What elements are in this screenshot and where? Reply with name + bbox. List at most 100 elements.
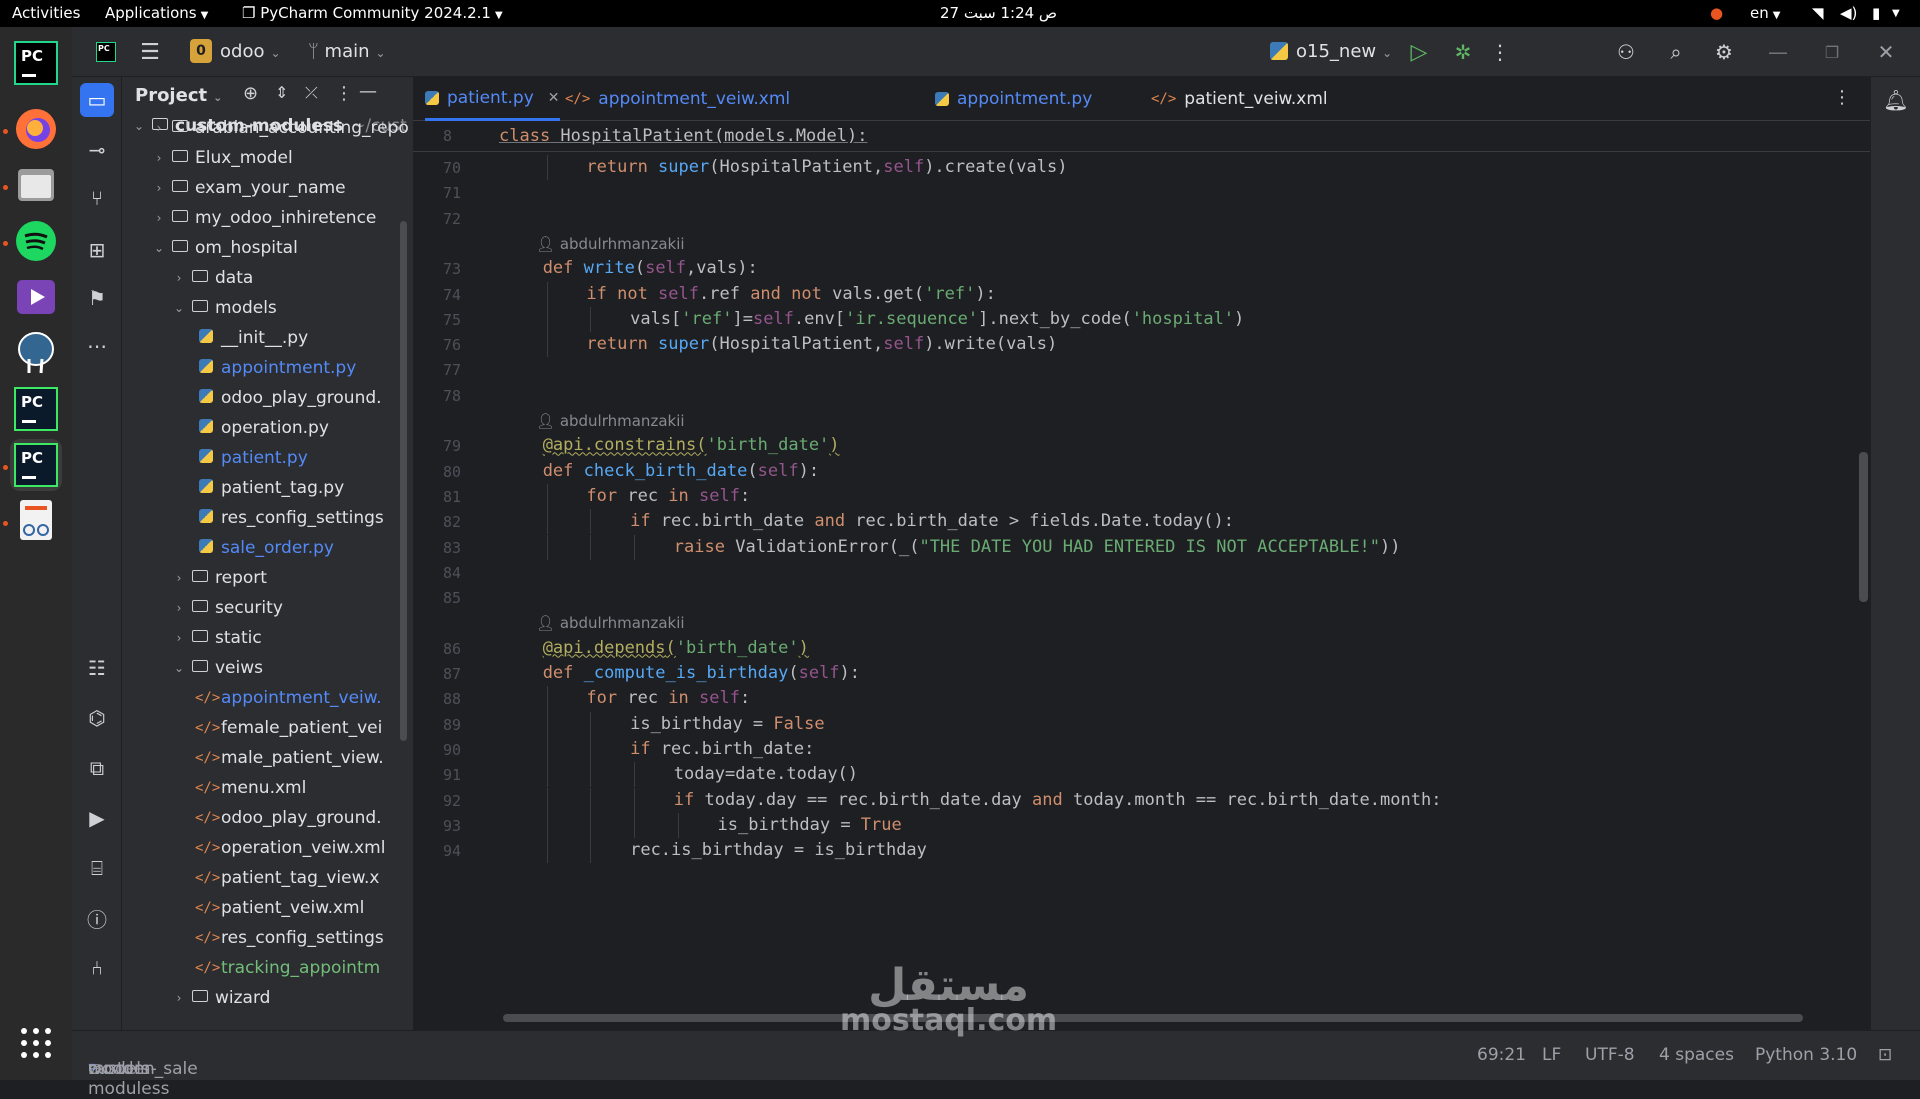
main-menu-hamburger-icon[interactable]: ☰ bbox=[136, 39, 164, 65]
tree-item-sale-order-py[interactable]: sale_order.py bbox=[189, 533, 334, 563]
applications-menu[interactable]: Applications ▼ bbox=[105, 4, 208, 22]
todo-list-icon[interactable]: ☷ bbox=[80, 651, 114, 685]
tree-item-patient-py[interactable]: patient.py bbox=[189, 443, 308, 473]
code-line[interactable]: if rec.birth_date and rec.birth_date > f… bbox=[630, 511, 1234, 531]
tree-item-models[interactable]: ⌄ models bbox=[169, 293, 277, 323]
file-encoding[interactable]: UTF-8 bbox=[1585, 1045, 1635, 1065]
settings-gear-icon[interactable]: ⚙ bbox=[1710, 39, 1738, 65]
tab-appointment-veiw-xml[interactable]: </> appointment_veiw.xml bbox=[565, 77, 790, 121]
restore-window-icon[interactable]: ❐ bbox=[1818, 39, 1846, 65]
chevron-collapsed-icon[interactable]: › bbox=[149, 211, 169, 225]
tree-item-my-odoo-inhiretence[interactable]: › my_odoo_inhiretence bbox=[149, 203, 377, 233]
project-scrollbar[interactable] bbox=[400, 221, 407, 741]
chevron-expanded-icon[interactable]: ⌄ bbox=[169, 301, 189, 315]
chevron-expanded-icon[interactable]: ⌄ bbox=[149, 241, 169, 255]
dock-firefox[interactable] bbox=[10, 103, 62, 155]
git-icon[interactable]: ⑃ bbox=[80, 951, 114, 985]
project-switcher[interactable]: odoo ⌄ bbox=[220, 41, 281, 62]
project-tool-folder-icon[interactable]: ▭ bbox=[80, 83, 114, 117]
tree-item-appointment-py[interactable]: appointment.py bbox=[189, 353, 356, 383]
battery-icon[interactable]: ▮ bbox=[1872, 4, 1880, 22]
vertical-scrollbar[interactable] bbox=[1859, 452, 1868, 602]
dock-pgadmin[interactable] bbox=[10, 327, 62, 379]
tree-item-patient-tag-py[interactable]: patient_tag.py bbox=[189, 473, 344, 503]
project-view-selector[interactable]: Project ⌄ bbox=[135, 85, 222, 106]
chevron-collapsed-icon[interactable]: › bbox=[169, 271, 189, 285]
code-line[interactable]: for rec in self: bbox=[586, 486, 750, 506]
tree-item-data[interactable]: › data bbox=[169, 263, 254, 293]
code-line[interactable]: is_birthday = True bbox=[718, 815, 902, 835]
chevron-collapsed-icon[interactable]: › bbox=[169, 991, 189, 1005]
tree-item-patient-veiw-xml[interactable]: </> patient_veiw.xml bbox=[189, 893, 364, 923]
tree-item-res-config-settings[interactable]: </> res_config_settings bbox=[189, 923, 384, 953]
code-vision-author[interactable]: 👤︎ abdulrhmanzakii bbox=[536, 235, 685, 253]
breadcrumb-item[interactable]: models bbox=[88, 1059, 150, 1079]
problems-icon[interactable]: ⓘ bbox=[80, 901, 114, 935]
more-tool-windows-icon[interactable]: ⋯ bbox=[80, 329, 114, 363]
code-line[interactable]: for rec in self: bbox=[586, 688, 750, 708]
tree-item-wizard[interactable]: › wizard bbox=[169, 983, 271, 1013]
tree-item-security[interactable]: › security bbox=[169, 593, 283, 623]
search-everywhere-icon[interactable]: ⌕ bbox=[1662, 39, 1690, 65]
language-menu[interactable]: en ▼ bbox=[1750, 4, 1780, 22]
options-icon[interactable]: ⋮ bbox=[335, 83, 353, 104]
tree-item-elux-model[interactable]: › Elux_model bbox=[149, 143, 293, 173]
structure-icon[interactable]: ⊞ bbox=[80, 233, 114, 267]
locate-file-icon[interactable]: ⊕ bbox=[243, 83, 258, 104]
chevron-collapsed-icon[interactable]: › bbox=[169, 601, 189, 615]
expand-all-icon[interactable]: ⇕ bbox=[275, 83, 288, 102]
more-actions-icon[interactable]: ⋮ bbox=[1490, 39, 1510, 65]
code-line[interactable]: vals['ref']=self.env['ir.sequence'].next… bbox=[630, 309, 1244, 329]
chevron-collapsed-icon[interactable]: › bbox=[149, 181, 169, 195]
code-line[interactable]: def write(self,vals): bbox=[543, 258, 758, 278]
code-line[interactable]: rec.is_birthday = is_birthday bbox=[630, 840, 927, 860]
tree-item-om-hospital[interactable]: ⌄ om_hospital bbox=[149, 233, 298, 263]
collapse-all-icon[interactable]: ⤫ bbox=[305, 83, 318, 103]
tree-item-male-patient-view[interactable]: </> male_patient_view. bbox=[189, 743, 384, 773]
code-vision-author[interactable]: 👤︎ abdulrhmanzakii bbox=[536, 614, 685, 632]
python-interpreter[interactable]: Python 3.10 bbox=[1755, 1045, 1857, 1065]
debug-bug-icon[interactable]: ✲ bbox=[1450, 39, 1476, 65]
tree-item-operation-py[interactable]: operation.py bbox=[189, 413, 329, 443]
wifi-icon[interactable]: ◥ bbox=[1812, 4, 1824, 22]
dock-files[interactable] bbox=[10, 159, 62, 211]
tab-appointment-py[interactable]: appointment.py bbox=[935, 77, 1092, 121]
tree-item-odoo-play-ground[interactable]: </> odoo_play_ground. bbox=[189, 803, 382, 833]
run-configuration-selector[interactable]: o15_new ⌄ bbox=[1270, 41, 1392, 62]
caret-position[interactable]: 69:21 bbox=[1477, 1045, 1526, 1065]
chevron-collapsed-icon[interactable]: › bbox=[149, 151, 169, 165]
dock-pycharm[interactable]: PC bbox=[10, 37, 62, 89]
tree-item-menu-xml[interactable]: </> menu.xml bbox=[189, 773, 306, 803]
code-line[interactable]: today=date.today() bbox=[674, 764, 858, 784]
dock-document-viewer[interactable] bbox=[10, 495, 62, 547]
code-line[interactable]: return super(HospitalPatient,self).write… bbox=[586, 334, 1057, 354]
show-applications-button[interactable] bbox=[10, 1017, 62, 1069]
line-separator[interactable]: LF bbox=[1542, 1045, 1561, 1065]
tab-actions-icon[interactable]: ⋮ bbox=[1833, 87, 1851, 108]
code-line[interactable]: @api.depends('birth_date') bbox=[543, 638, 809, 658]
commit-icon[interactable]: ⊸ bbox=[80, 133, 114, 167]
python-console-icon[interactable]: ⌬ bbox=[80, 701, 114, 735]
code-line[interactable]: if today.day == rec.birth_date.day and t… bbox=[674, 790, 1442, 810]
tree-item-exam-your-name[interactable]: › exam_your_name bbox=[149, 173, 346, 203]
tree-item-female-patient-vei[interactable]: </> female_patient_vei bbox=[189, 713, 382, 743]
read-only-lock-icon[interactable]: ⊡ bbox=[1878, 1045, 1892, 1065]
tab-patient-veiw-xml[interactable]: </> patient_veiw.xml bbox=[1151, 77, 1328, 121]
run-button[interactable]: ▷ bbox=[1406, 39, 1432, 65]
app-indicator-icon[interactable]: ● bbox=[1710, 4, 1723, 22]
tree-item-veiws[interactable]: ⌄ veiws bbox=[169, 653, 263, 683]
pull-requests-icon[interactable]: ⑂ bbox=[80, 181, 114, 215]
code-line[interactable]: return super(HospitalPatient,self).creat… bbox=[586, 157, 1067, 177]
code-line[interactable]: raise ValidationError(_("THE DATE YOU HA… bbox=[674, 537, 1401, 557]
code-line[interactable]: @api.constrains('birth_date') bbox=[543, 435, 840, 455]
terminal-icon[interactable]: ⌸ bbox=[80, 851, 114, 885]
code-line[interactable]: if rec.birth_date: bbox=[630, 739, 814, 759]
code-line[interactable]: def check_birth_date(self): bbox=[543, 461, 819, 481]
chevron-collapsed-icon[interactable]: › bbox=[149, 121, 169, 135]
code-line[interactable]: is_birthday = False bbox=[630, 714, 824, 734]
close-window-icon[interactable]: ✕ bbox=[1872, 39, 1900, 65]
tree-item-init-py[interactable]: __init__.py bbox=[189, 323, 308, 353]
indent-setting[interactable]: 4 spaces bbox=[1659, 1045, 1734, 1065]
app-menu[interactable]: ❐ PyCharm Community 2024.2.1 ▼ bbox=[242, 4, 503, 22]
code-vision-author[interactable]: 👤︎ abdulrhmanzakii bbox=[536, 412, 685, 430]
